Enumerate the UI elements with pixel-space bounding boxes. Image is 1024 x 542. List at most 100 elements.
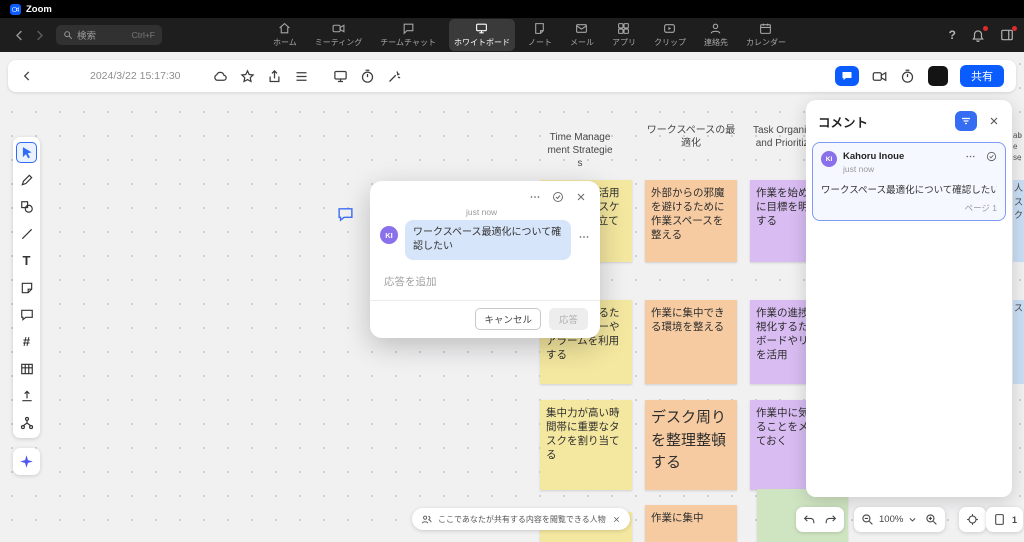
search-input[interactable]: 検索 Ctrl+F <box>56 25 162 45</box>
board-title-timestamp[interactable]: 2024/3/22 15:17:30 <box>90 70 181 82</box>
zoom-level[interactable]: 100% <box>879 514 903 525</box>
line-tool[interactable] <box>16 223 37 244</box>
pages-button[interactable] <box>989 509 1010 530</box>
more-options-icon[interactable] <box>965 151 976 162</box>
sticky-note-tool[interactable] <box>16 277 37 298</box>
share-notice-text: ここであなたが共有する内容を閲覧できる人物 <box>438 514 606 525</box>
nav-item-apps[interactable]: アプリ <box>607 19 641 51</box>
dismiss-notice-button[interactable] <box>612 515 621 524</box>
page-number: 1 <box>1012 515 1017 525</box>
zoom-menu-button[interactable] <box>904 511 921 528</box>
nav-item-contacts[interactable]: 連絡先 <box>699 19 733 51</box>
history-controls <box>796 507 844 532</box>
nav-item-team-chat[interactable]: チームチャット <box>375 19 441 51</box>
zoom-in-button[interactable] <box>921 509 942 530</box>
page-icon <box>993 513 1006 526</box>
timer-icon[interactable] <box>360 69 375 84</box>
mindmap-tool[interactable] <box>16 412 37 433</box>
share-button[interactable]: 共有 <box>960 65 1004 87</box>
sticky-note[interactable]: 外部からの邪魔を避けるために作業スペースを整える <box>645 180 737 262</box>
cloud-sync-icon[interactable] <box>213 69 228 84</box>
star-favorite-icon[interactable] <box>240 69 255 84</box>
cancel-button[interactable]: キャンセル <box>475 308 541 330</box>
comment-timestamp: just now <box>843 164 904 174</box>
sticky-note[interactable]: 集中力が高い時間帯に重要なタスクを割り当てる <box>540 400 632 490</box>
upload-icon <box>20 389 34 403</box>
close-icon[interactable] <box>575 191 587 203</box>
nav-forward-icon[interactable] <box>32 28 47 43</box>
column-header-time-management[interactable]: Time Management Strategies <box>546 131 614 170</box>
comments-toggle-button[interactable] <box>835 66 859 86</box>
line-icon <box>20 227 34 241</box>
zoom-out-icon <box>861 513 874 526</box>
sticky-note[interactable]: 作業に集中できる環境を整える <box>645 300 737 384</box>
search-placeholder: 検索 <box>77 28 128 42</box>
comment-card[interactable]: KI Kahoru Inoue just now ワークスペース最適化について確… <box>812 142 1006 221</box>
frame-tool[interactable]: # <box>16 331 37 352</box>
help-icon[interactable]: ? <box>949 28 956 42</box>
ai-assistant-button[interactable] <box>13 448 40 475</box>
comment-tool[interactable] <box>16 304 37 325</box>
sticky-note-icon <box>20 281 34 295</box>
zoom-logo: Zoom <box>10 4 52 15</box>
sticky-note-clipped[interactable]: ス <box>1013 300 1024 384</box>
zoom-logo-icon <box>10 4 21 15</box>
notifications-button[interactable] <box>971 28 985 42</box>
zoom-out-button[interactable] <box>857 509 878 530</box>
laser-pointer-icon[interactable] <box>387 69 402 84</box>
avatar: KI <box>821 151 837 167</box>
nav-item-notes[interactable]: ノート <box>523 19 557 51</box>
nav-item-whiteboard[interactable]: ホワイトボード <box>449 19 515 51</box>
stopwatch-icon[interactable] <box>900 69 915 84</box>
nav-item-mail[interactable]: メール <box>565 19 599 51</box>
more-options-icon[interactable] <box>529 191 541 203</box>
undo-button[interactable] <box>799 509 820 530</box>
resolve-check-icon[interactable] <box>552 191 564 203</box>
comment-bubble-icon <box>20 308 34 322</box>
board-back-icon[interactable] <box>20 69 34 83</box>
notification-badge <box>983 26 988 31</box>
note-icon <box>533 22 546 35</box>
export-icon[interactable] <box>267 69 282 84</box>
pen-tool[interactable] <box>16 169 37 190</box>
camera-icon[interactable] <box>872 69 887 84</box>
nav-item-calendar[interactable]: カレンダー <box>741 19 791 51</box>
menu-icon[interactable] <box>294 69 309 84</box>
nav-item-clips[interactable]: クリップ <box>649 19 691 51</box>
select-tool[interactable] <box>16 142 37 163</box>
resolve-check-icon[interactable] <box>986 151 997 162</box>
comment-bubble-icon <box>841 70 853 82</box>
fit-to-screen-button[interactable] <box>962 509 983 530</box>
nav-back-icon[interactable] <box>12 28 27 43</box>
column-header-workspace[interactable]: ワークスペースの最適化 <box>644 124 738 150</box>
comment-timestamp: just now <box>466 207 600 217</box>
avatar: KI <box>380 226 398 244</box>
apps-grid-icon <box>617 22 630 35</box>
redo-button[interactable] <box>820 509 841 530</box>
sticky-note[interactable]: デスク周りを整理整頓する <box>645 400 737 490</box>
upload-tool[interactable] <box>16 385 37 406</box>
reply-button[interactable]: 応答 <box>549 308 588 330</box>
comment-message: ワークスペース最適化について確認したい <box>405 220 571 260</box>
comment-anchor-icon[interactable] <box>336 206 355 223</box>
cursor-icon <box>20 146 34 160</box>
shapes-tool[interactable] <box>16 196 37 217</box>
present-monitor-icon[interactable] <box>333 69 348 84</box>
comments-panel: コメント KI Kahoru Inoue just now ワークスペース最適化… <box>806 100 1012 497</box>
user-avatar-swatch[interactable] <box>928 66 948 86</box>
comments-filter-button[interactable] <box>955 111 977 131</box>
text-tool[interactable]: T <box>16 250 37 271</box>
nav-item-meetings[interactable]: ミーティング <box>310 19 368 51</box>
profile-button[interactable] <box>1000 28 1014 42</box>
nav-item-home[interactable]: ホーム <box>268 19 302 51</box>
tool-palette: T # <box>13 137 40 438</box>
close-panel-button[interactable] <box>988 115 1000 127</box>
column-header-clipped[interactable]: ab e se <box>1013 131 1023 165</box>
reply-input[interactable]: 応答を追加 <box>370 274 600 289</box>
message-more-icon[interactable] <box>578 231 590 243</box>
video-camera-icon <box>332 22 345 35</box>
table-tool[interactable] <box>16 358 37 379</box>
share-visibility-notice: ここであなたが共有する内容を閲覧できる人物 <box>412 508 630 530</box>
sticky-note[interactable]: 作業に集中 <box>645 505 737 542</box>
sticky-note-clipped[interactable]: 人 ス ク <box>1013 180 1024 262</box>
